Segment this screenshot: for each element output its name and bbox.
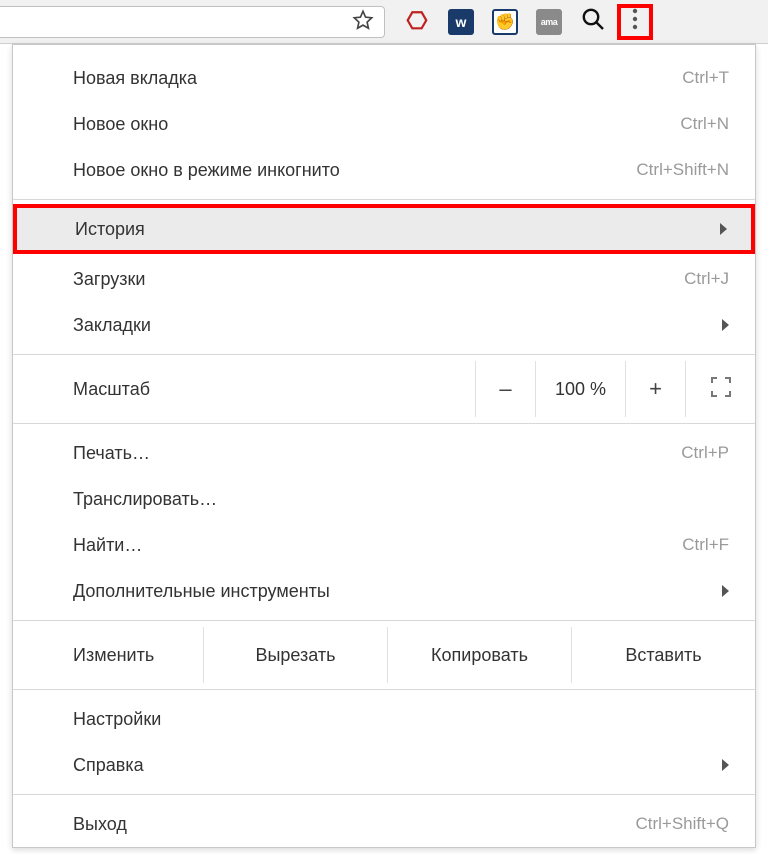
- menu-item-bookmarks[interactable]: Закладки: [13, 302, 755, 348]
- menu-label: Новое окно в режиме инкогнито: [73, 160, 340, 181]
- address-bar[interactable]: [0, 6, 385, 38]
- menu-separator: [13, 689, 755, 690]
- search-icon: [581, 7, 605, 36]
- vk-icon: w: [448, 9, 474, 35]
- menu-item-more-tools[interactable]: Дополнительные инструменты: [13, 568, 755, 614]
- menu-shortcut: Ctrl+F: [682, 535, 729, 555]
- menu-shortcut: Ctrl+Shift+N: [636, 160, 729, 180]
- zoom-in-button[interactable]: +: [625, 361, 685, 417]
- browser-toolbar: ⎔ w ✊ ama: [0, 0, 768, 44]
- menu-separator: [13, 199, 755, 200]
- chevron-right-icon: [722, 585, 729, 597]
- fist-extension-button[interactable]: ✊: [483, 2, 527, 42]
- more-vertical-icon: [632, 8, 638, 35]
- menu-shortcut: Ctrl+N: [680, 114, 729, 134]
- menu-label: Печать…: [73, 443, 150, 464]
- menu-item-find[interactable]: Найти… Ctrl+F: [13, 522, 755, 568]
- menu-item-settings[interactable]: Настройки: [13, 696, 755, 742]
- zoom-label: Масштаб: [13, 379, 475, 400]
- zoom-out-button[interactable]: –: [475, 361, 535, 417]
- menu-label: Новая вкладка: [73, 68, 197, 89]
- menu-item-exit[interactable]: Выход Ctrl+Shift+Q: [13, 801, 755, 847]
- paste-button[interactable]: Вставить: [571, 627, 755, 683]
- copy-button[interactable]: Копировать: [387, 627, 571, 683]
- main-menu-dropdown: Новая вкладка Ctrl+T Новое окно Ctrl+N Н…: [12, 44, 756, 848]
- menu-label: Дополнительные инструменты: [73, 581, 330, 602]
- menu-item-new-window[interactable]: Новое окно Ctrl+N: [13, 101, 755, 147]
- menu-separator: [13, 423, 755, 424]
- menu-item-print[interactable]: Печать… Ctrl+P: [13, 430, 755, 476]
- bookmark-star-icon[interactable]: [352, 9, 374, 36]
- menu-item-history[interactable]: История: [15, 206, 753, 252]
- menu-separator: [13, 794, 755, 795]
- menu-shortcut: Ctrl+Shift+Q: [635, 814, 729, 834]
- menu-label: Загрузки: [73, 269, 145, 290]
- fullscreen-icon: [710, 376, 732, 403]
- ama-extension-button[interactable]: ama: [527, 2, 571, 42]
- chevron-right-icon: [722, 759, 729, 771]
- menu-separator: [13, 354, 755, 355]
- menu-shortcut: Ctrl+J: [684, 269, 729, 289]
- menu-label: Транслировать…: [73, 489, 217, 510]
- chevron-right-icon: [720, 223, 727, 235]
- ublock-extension-button[interactable]: ⎔: [395, 2, 439, 42]
- toolbar-extensions: ⎔ w ✊ ama: [395, 2, 655, 42]
- menu-item-incognito[interactable]: Новое окно в режиме инкогнито Ctrl+Shift…: [13, 147, 755, 193]
- menu-item-help[interactable]: Справка: [13, 742, 755, 788]
- menu-item-zoom: Масштаб – 100 % +: [13, 361, 755, 417]
- cut-button[interactable]: Вырезать: [203, 627, 387, 683]
- menu-label: Закладки: [73, 315, 151, 336]
- menu-label: История: [75, 219, 145, 240]
- menu-shortcut: Ctrl+T: [682, 68, 729, 88]
- menu-item-edit: Изменить Вырезать Копировать Вставить: [13, 627, 755, 683]
- edit-label: Изменить: [13, 627, 203, 683]
- menu-item-cast[interactable]: Транслировать…: [13, 476, 755, 522]
- chevron-right-icon: [722, 319, 729, 331]
- ama-icon: ama: [536, 9, 562, 35]
- ublock-icon: ⎔: [404, 9, 430, 35]
- menu-label: Выход: [73, 814, 127, 835]
- menu-item-new-tab[interactable]: Новая вкладка Ctrl+T: [13, 55, 755, 101]
- menu-separator: [13, 620, 755, 621]
- menu-item-downloads[interactable]: Загрузки Ctrl+J: [13, 256, 755, 302]
- fist-icon: ✊: [492, 9, 518, 35]
- fullscreen-button[interactable]: [685, 361, 755, 417]
- menu-label: Настройки: [73, 709, 161, 730]
- vk-extension-button[interactable]: w: [439, 2, 483, 42]
- menu-label: Новое окно: [73, 114, 168, 135]
- menu-label: Справка: [73, 755, 144, 776]
- zoom-value: 100 %: [535, 361, 625, 417]
- menu-label: Найти…: [73, 535, 142, 556]
- menu-shortcut: Ctrl+P: [681, 443, 729, 463]
- main-menu-button[interactable]: [617, 4, 653, 40]
- search-button[interactable]: [571, 2, 615, 42]
